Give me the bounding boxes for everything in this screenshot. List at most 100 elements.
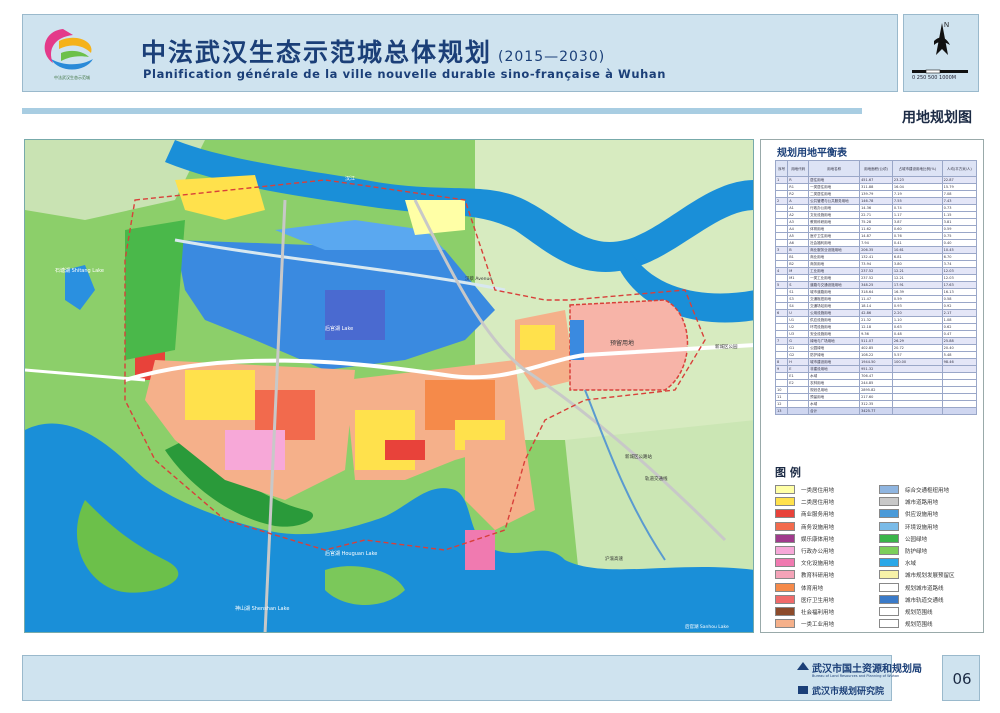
- table-cell: [774, 225, 789, 233]
- label-han-river: 汉江: [345, 175, 355, 182]
- table-cell: 教育科研用地: [808, 218, 861, 226]
- legend-label: 规划范围线: [905, 610, 933, 616]
- legend-label: 行政办公用地: [801, 549, 835, 555]
- table-cell: E1: [787, 372, 810, 380]
- legend-item: 防护绿地: [879, 545, 975, 557]
- table-cell: 0.40: [941, 239, 978, 247]
- table-cell: G2: [787, 351, 810, 359]
- table-cell: 108.22: [859, 351, 893, 359]
- table-cell: 0.73: [941, 204, 978, 212]
- commercial-center-south: [385, 440, 425, 460]
- table-cell: 25.88: [941, 337, 978, 345]
- legend-label: 城市道路用地: [905, 500, 939, 507]
- table-cell: R1: [787, 183, 810, 191]
- legend-item: 规划城市道路线: [879, 582, 975, 594]
- table-cell: 0.58: [941, 295, 978, 303]
- table-body: 1 R 居住用地 451.67 23.23 22.87 R1 一类居住用地 311.88 16.0…: [774, 176, 978, 415]
- legend-item: 一类工业用地: [775, 618, 871, 630]
- title-years: (2015—2030): [498, 49, 606, 65]
- table-cell: 2.20: [891, 309, 943, 317]
- table-cell: 交通场站用地: [808, 302, 861, 310]
- table-cell: 21.32: [859, 316, 893, 324]
- label-sanhou-lake: 后官湖 Sanhou Lake: [685, 623, 729, 630]
- legend-swatch: [879, 607, 899, 616]
- table-cell: 工业用地: [808, 267, 861, 275]
- table-cell: 4: [774, 267, 789, 275]
- legend-item: 娱乐康体用地: [775, 533, 871, 545]
- page-number-box: 06: [942, 655, 980, 701]
- table-cell: 217.60: [859, 393, 893, 401]
- table-cell: 0.75: [941, 232, 978, 240]
- table-cell: [774, 232, 789, 240]
- legend-swatch: [775, 594, 795, 604]
- table-cell: [787, 393, 810, 401]
- table-cell: 0.47: [941, 330, 978, 338]
- table-cell: 706.47: [859, 372, 893, 380]
- table-row: A5 医疗卫生用地 14.87 0.76 0.75: [774, 232, 978, 240]
- table-cell: 402.85: [859, 344, 893, 352]
- table-cell: 0.76: [891, 232, 943, 240]
- legend-swatch: [879, 582, 899, 592]
- table-cell: 139.79: [859, 190, 893, 198]
- table-row: 13 合计 3425.77: [774, 407, 978, 415]
- table-cell: 318.64: [859, 288, 893, 296]
- table-cell: [774, 204, 789, 212]
- table-cell: [774, 344, 789, 352]
- legend-label: 教育科研用地: [801, 573, 835, 580]
- table-cell: 社会福利用地: [808, 239, 861, 247]
- legend-item: 教育科研用地: [775, 569, 871, 581]
- table-cell: [774, 260, 789, 268]
- table-cell: [774, 372, 789, 380]
- table-header-cell: 人均(平方米/人): [941, 160, 978, 177]
- table-row: R2 二类居住用地 139.79 7.19 7.08: [774, 190, 978, 198]
- table-cell: E2: [787, 379, 810, 387]
- table-cell: [891, 365, 943, 373]
- table-cell: U: [787, 309, 810, 317]
- table-cell: S3: [787, 295, 810, 303]
- table-cell: 8: [774, 358, 789, 366]
- bureau-name: 武汉市国土资源和规划局: [812, 664, 922, 675]
- legend-item: 环境设施用地: [879, 521, 975, 533]
- legend-label: 文化设施用地: [801, 561, 835, 568]
- legend-label: 体育用地: [801, 585, 824, 592]
- table-cell: 2.17: [941, 309, 978, 317]
- table-cell: 2: [774, 197, 789, 205]
- table-cell: 7.43: [941, 197, 978, 205]
- table-cell: 0.63: [891, 323, 943, 331]
- land-use-map: 石塘湖 Shitang Lake 后官湖 Lake 预留用地 后官湖 Hougu…: [24, 139, 754, 633]
- legend-swatch: [879, 485, 899, 494]
- legend-item: 一类居住用地: [775, 484, 871, 496]
- table-cell: 1.10: [891, 316, 943, 324]
- legend-swatch: [879, 521, 899, 531]
- label-middle-lake: 后官湖 Lake: [325, 325, 353, 332]
- table-row: S3 交通枢纽用地 11.47 0.59 0.58: [774, 295, 978, 303]
- table-cell: 9: [774, 365, 789, 373]
- table-row: 10 规划总用地 2895.82: [774, 386, 978, 394]
- table-cell: H: [787, 358, 810, 366]
- legend-item: 商务设施用地: [775, 521, 871, 533]
- table-cell: 3.74: [941, 260, 978, 268]
- table-cell: G: [787, 337, 810, 345]
- table-cell: 1.08: [941, 316, 978, 324]
- table-cell: A5: [787, 232, 810, 240]
- table-cell: 5.57: [891, 351, 943, 359]
- table-cell: 26.29: [891, 337, 943, 345]
- table-cell: M1: [787, 274, 810, 282]
- legend-swatch: [775, 485, 795, 494]
- legend-label: 防护绿地: [905, 549, 928, 555]
- table-cell: 237.52: [859, 267, 893, 275]
- table-cell: 5: [774, 281, 789, 289]
- blue-zone-core: [325, 290, 385, 340]
- table-cell: 16.13: [941, 288, 978, 296]
- table-cell: [787, 400, 810, 408]
- legend-label: 医疗卫生用地: [801, 597, 835, 604]
- legend-item: 社会福利用地: [775, 606, 871, 618]
- header-banner: 中法武汉生态示范城 中法武汉生态示范城总体规划 (2015—2030) Plani…: [22, 14, 898, 92]
- legend-label: 一类工业用地: [801, 622, 835, 629]
- legend-label: 社会福利用地: [801, 610, 835, 616]
- legend-item: 二类居住用地: [775, 496, 871, 508]
- table-cell: [941, 400, 978, 408]
- residential-center-west: [185, 370, 255, 420]
- table-cell: 7.19: [891, 190, 943, 198]
- table-cell: 绿地与广场用地: [808, 337, 861, 345]
